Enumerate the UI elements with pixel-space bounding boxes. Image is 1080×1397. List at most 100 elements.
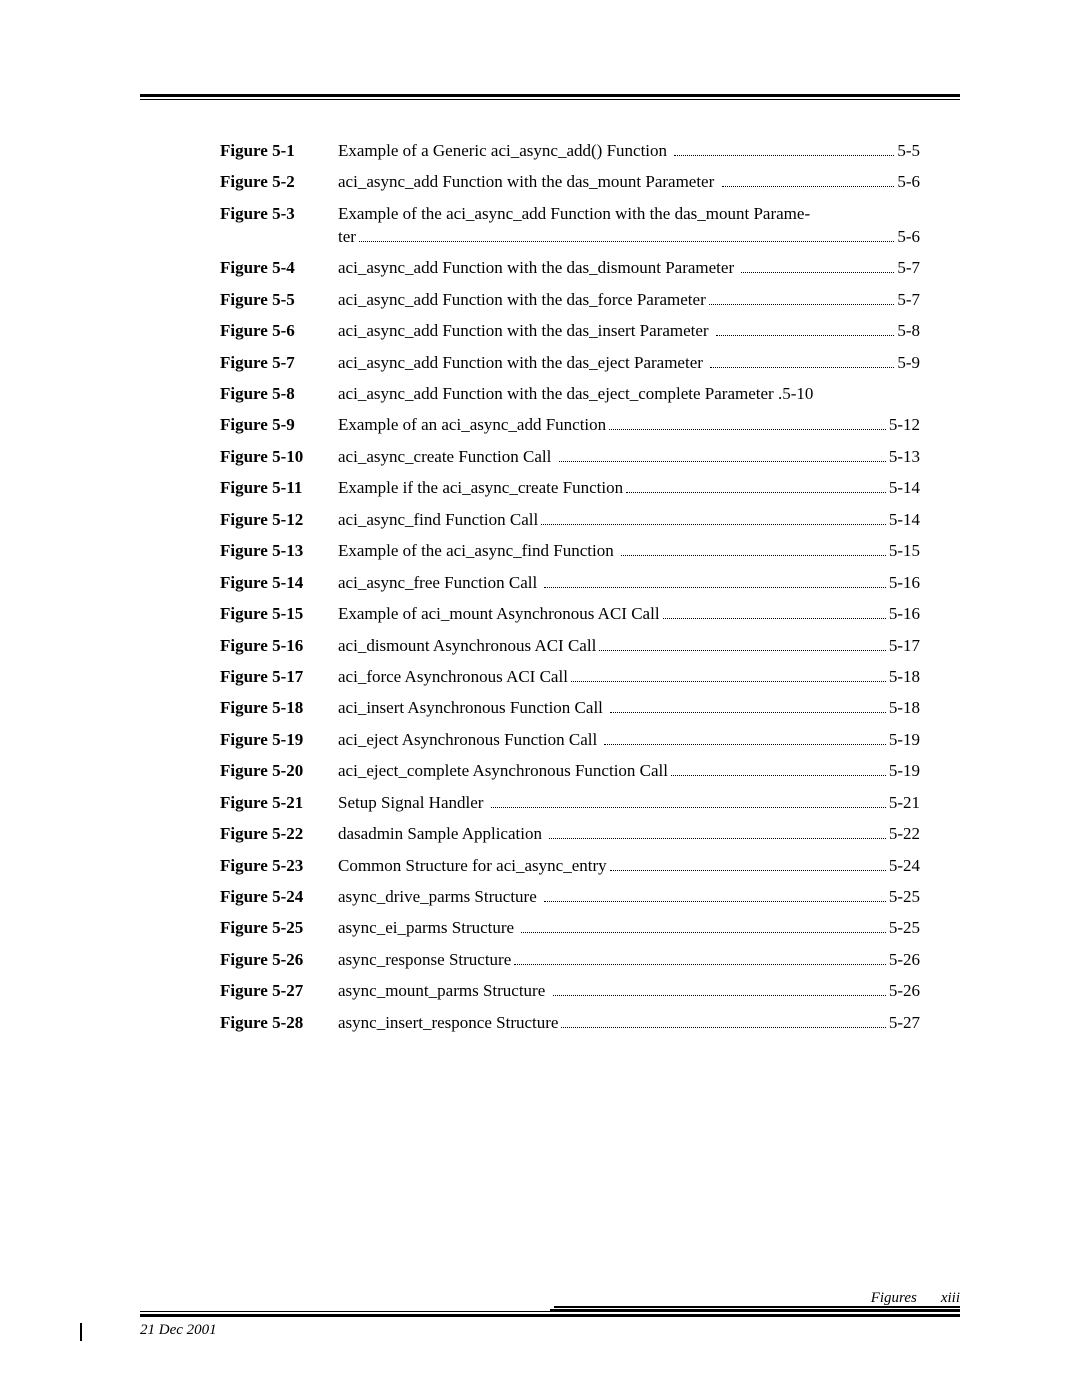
figures-list: Figure 5-1Example of a Generic aci_async… — [220, 140, 920, 1043]
figure-title-cont: ter — [338, 226, 356, 249]
figure-page: 5-14 — [889, 509, 920, 532]
figure-body: aci_async_add Function with the das_inse… — [338, 320, 920, 343]
figure-title: aci_async_free Function Call — [338, 572, 541, 595]
list-item: Figure 5-3Example of the aci_async_add F… — [220, 203, 920, 249]
leader-dots — [663, 604, 886, 619]
figure-page: 5-18 — [889, 697, 920, 720]
list-item: Figure 5-22dasadmin Sample Application 5… — [220, 823, 920, 846]
list-item: Figure 5-5aci_async_add Function with th… — [220, 289, 920, 312]
figure-body: async_mount_parms Structure 5-26 — [338, 980, 920, 1003]
list-item: Figure 5-19aci_eject Asynchronous Functi… — [220, 729, 920, 752]
figure-body: aci_async_add Function with the das_ejec… — [338, 352, 920, 375]
figure-label: Figure 5-17 — [220, 666, 338, 689]
list-item: Figure 5-11Example if the aci_async_crea… — [220, 477, 920, 500]
figure-label: Figure 5-9 — [220, 414, 338, 437]
header-rule — [140, 94, 960, 100]
figure-body: Common Structure for aci_async_entry5-24 — [338, 855, 920, 878]
figure-label: Figure 5-19 — [220, 729, 338, 752]
figure-page: 5-6 — [897, 171, 920, 194]
list-item: Figure 5-8aci_async_add Function with th… — [220, 383, 920, 406]
list-item: Figure 5-14aci_async_free Function Call … — [220, 572, 920, 595]
figure-page: 5-26 — [889, 980, 920, 1003]
list-item: Figure 5-13Example of the aci_async_find… — [220, 540, 920, 563]
figure-page: 5-8 — [897, 320, 920, 343]
list-item: Figure 5-28async_insert_responce Structu… — [220, 1012, 920, 1035]
figure-label: Figure 5-7 — [220, 352, 338, 375]
list-item: Figure 5-17aci_force Asynchronous ACI Ca… — [220, 666, 920, 689]
leader-dots — [671, 761, 886, 776]
figure-body: async_drive_parms Structure 5-25 — [338, 886, 920, 909]
list-item: Figure 5-20aci_eject_complete Asynchrono… — [220, 760, 920, 783]
leader-dots — [722, 172, 895, 187]
figure-body: Example of a Generic aci_async_add() Fun… — [338, 140, 920, 163]
leader-dots — [610, 855, 886, 870]
list-item: Figure 5-25async_ei_parms Structure 5-25 — [220, 917, 920, 940]
list-item: Figure 5-18aci_insert Asynchronous Funct… — [220, 697, 920, 720]
figure-page: 5-22 — [889, 823, 920, 846]
figure-label: Figure 5-3 — [220, 203, 338, 226]
list-item: Figure 5-23Common Structure for aci_asyn… — [220, 855, 920, 878]
leader-dots — [521, 918, 885, 933]
figure-label: Figure 5-10 — [220, 446, 338, 469]
figure-page: 5-9 — [897, 352, 920, 375]
figure-label: Figure 5-5 — [220, 289, 338, 312]
figure-title: aci_async_add Function with the das_forc… — [338, 289, 706, 312]
figure-body: aci_eject Asynchronous Function Call 5-1… — [338, 729, 920, 752]
figure-title: async_response Structure — [338, 949, 511, 972]
figure-body: aci_async_add Function with the das_forc… — [338, 289, 920, 312]
leader-dots — [716, 321, 894, 336]
figure-page: 5-26 — [889, 949, 920, 972]
figure-page: 5-7 — [897, 289, 920, 312]
figure-title: aci_async_add Function with the das_moun… — [338, 171, 719, 194]
figure-label: Figure 5-8 — [220, 383, 338, 406]
figure-label: Figure 5-13 — [220, 540, 338, 563]
leader-dots — [559, 447, 886, 462]
figure-body: aci_async_add Function with the das_moun… — [338, 171, 920, 194]
figure-label: Figure 5-25 — [220, 917, 338, 940]
figure-page: 5-16 — [889, 572, 920, 595]
figure-label: Figure 5-12 — [220, 509, 338, 532]
figure-label: Figure 5-28 — [220, 1012, 338, 1035]
list-item: Figure 5-15Example of aci_mount Asynchro… — [220, 603, 920, 626]
figure-title: Example of aci_mount Asynchronous ACI Ca… — [338, 603, 660, 626]
leader-dots — [561, 1012, 885, 1027]
leader-dots — [491, 792, 886, 807]
figure-title: async_mount_parms Structure — [338, 980, 550, 1003]
list-item: Figure 5-16aci_dismount Asynchronous ACI… — [220, 635, 920, 658]
leader-dots — [549, 824, 886, 839]
figure-page: 5-19 — [889, 760, 920, 783]
leader-dots — [609, 415, 886, 430]
leader-dots — [610, 698, 886, 713]
change-bar — [80, 1323, 82, 1341]
figure-body: dasadmin Sample Application 5-22 — [338, 823, 920, 846]
figure-body: Example if the aci_async_create Function… — [338, 477, 920, 500]
figure-page: 5-15 — [889, 540, 920, 563]
figure-body: aci_async_create Function Call 5-13 — [338, 446, 920, 469]
footer-date: 21 Dec 2001 — [140, 1322, 217, 1339]
list-item: Figure 5-12aci_async_find Function Call 5… — [220, 509, 920, 532]
list-item: Figure 5-6aci_async_add Function with th… — [220, 320, 920, 343]
figure-label: Figure 5-2 — [220, 171, 338, 194]
figure-title: async_insert_responce Structure — [338, 1012, 558, 1035]
figure-label: Figure 5-4 — [220, 257, 338, 280]
leader-dots — [544, 887, 886, 902]
figure-title: Example of the aci_async_add Function wi… — [338, 203, 920, 226]
figure-page: 5-24 — [889, 855, 920, 878]
list-item: Figure 5-9Example of an aci_async_add Fu… — [220, 414, 920, 437]
figure-label: Figure 5-23 — [220, 855, 338, 878]
figure-title: aci_async_add Function with the das_ejec… — [338, 352, 707, 375]
figure-title: aci_async_add Function with the das_dism… — [338, 257, 738, 280]
footer-page-roman: xiii — [941, 1290, 960, 1307]
figure-page: 5-21 — [889, 792, 920, 815]
figure-body: aci_async_add Function with the das_dism… — [338, 257, 920, 280]
figure-title: aci_async_find Function Call — [338, 509, 538, 532]
figure-title: Example of the aci_async_find Function — [338, 540, 618, 563]
figure-title: async_drive_parms Structure — [338, 886, 541, 909]
figure-body: async_response Structure 5-26 — [338, 949, 920, 972]
footer-area: Figures xiii — [140, 1290, 960, 1319]
figure-body: aci_eject_complete Asynchronous Function… — [338, 760, 920, 783]
figure-label: Figure 5-11 — [220, 477, 338, 500]
list-item: Figure 5-1Example of a Generic aci_async… — [220, 140, 920, 163]
figure-title: aci_force Asynchronous ACI Call — [338, 666, 568, 689]
figure-body: Example of an aci_async_add Function5-12 — [338, 414, 920, 437]
